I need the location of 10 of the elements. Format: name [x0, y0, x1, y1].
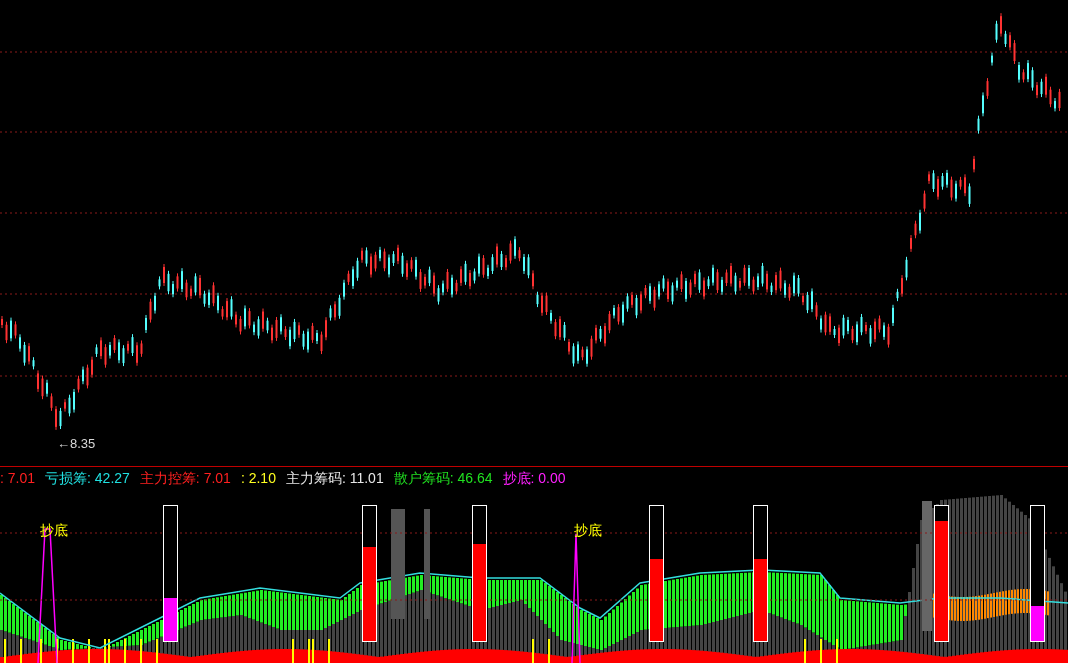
indicator-legend-value: 主力控筹: 7.01	[139, 471, 231, 485]
indicator-legend-value: 主力筹码: 11.01	[285, 471, 384, 485]
indicator-legend-value: : 2.10	[240, 471, 276, 485]
indicator-legend-value: 亏损筹: 42.27	[45, 471, 130, 485]
indicator-legend-value: 抄底: 0.00	[502, 471, 566, 485]
indicator-legend-value: : 7.01	[0, 471, 36, 485]
signal-label: 抄底	[40, 523, 68, 537]
indicator-legend-value: 散户筹码: 46.64	[393, 471, 493, 485]
low-price-marker: ←8.35	[57, 437, 96, 450]
signal-label: 抄底	[574, 523, 602, 537]
